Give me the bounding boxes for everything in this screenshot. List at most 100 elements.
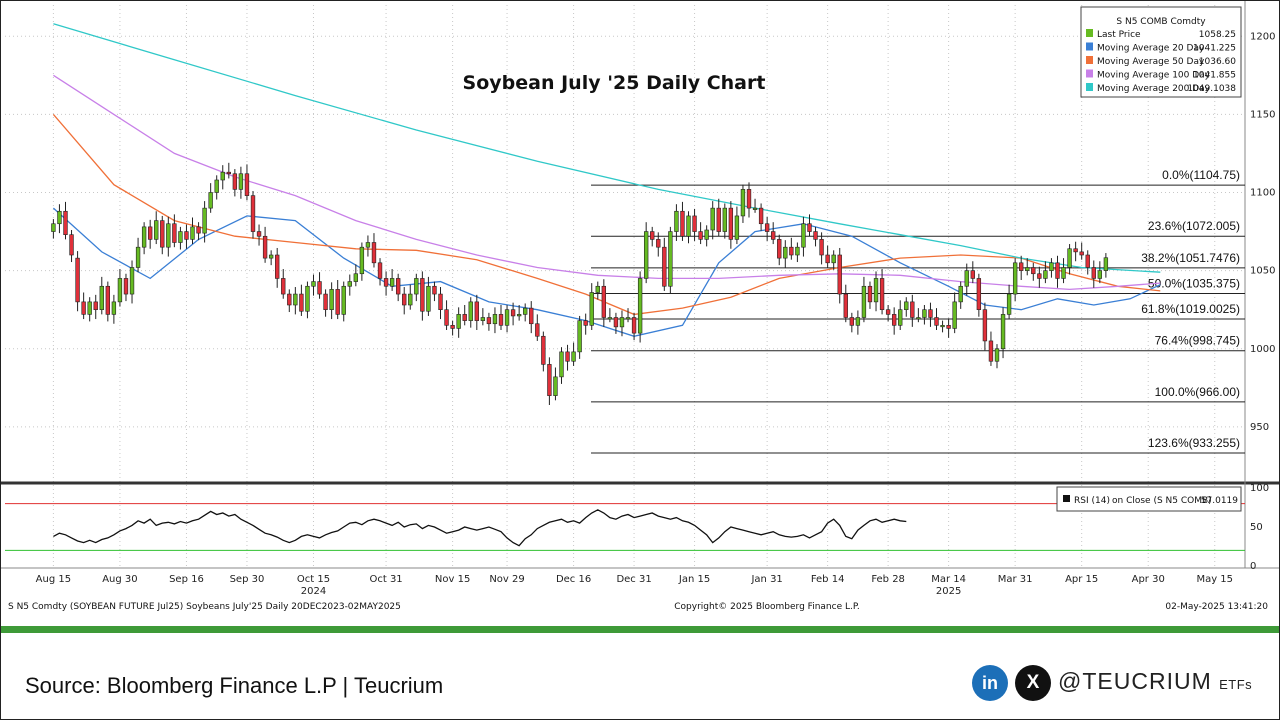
candle xyxy=(51,223,56,232)
x-tick-label: Nov 29 xyxy=(489,574,524,585)
candle xyxy=(529,307,534,325)
teucrium-brand[interactable]: @TEUCRIUM ETFs xyxy=(1058,668,1252,695)
candle xyxy=(238,173,244,190)
candle xyxy=(250,195,256,232)
candle xyxy=(141,226,147,248)
x-tick-label: Jan 31 xyxy=(750,574,782,585)
legend-swatch xyxy=(1086,42,1093,51)
linkedin-icon[interactable]: in xyxy=(972,665,1008,701)
legend-item-value: 1041.225 xyxy=(1193,44,1236,54)
brand-main: @TEUCRIUM xyxy=(1058,668,1212,694)
x-icon[interactable]: X xyxy=(1015,665,1051,701)
candle xyxy=(335,289,340,315)
legend-item-label: Last Price xyxy=(1097,30,1141,40)
candle xyxy=(190,226,195,240)
candle xyxy=(81,301,86,315)
x-tick-label: Dec 16 xyxy=(556,574,591,585)
candle xyxy=(268,254,274,259)
candle xyxy=(462,314,467,321)
candle xyxy=(456,314,461,329)
candle xyxy=(613,317,619,328)
x-tick-label: Dec 31 xyxy=(616,574,651,585)
candle xyxy=(111,301,117,315)
x-year-label: 2025 xyxy=(936,586,961,597)
candle xyxy=(498,314,504,326)
legend-item-label: Moving Average 20 Day xyxy=(1097,44,1205,54)
candle xyxy=(244,173,250,196)
candle xyxy=(408,293,413,306)
candle xyxy=(1037,273,1042,279)
candle xyxy=(426,285,431,312)
ma-line-3 xyxy=(53,23,1161,273)
candle xyxy=(293,293,298,306)
candle xyxy=(577,320,582,353)
candle xyxy=(1085,254,1090,268)
candle xyxy=(631,317,637,334)
fib-label: 50.0%(1035.375) xyxy=(1148,276,1240,290)
candle xyxy=(583,320,588,326)
y-tick-label: 1200 xyxy=(1250,31,1275,42)
candle xyxy=(952,301,957,329)
footer-right: 02-May-2025 13:41:20 xyxy=(1165,602,1268,612)
legend-header: S N5 COMB Comdty xyxy=(1116,17,1206,27)
footer-center: Copyright© 2025 Bloomberg Finance L.P. xyxy=(674,602,859,612)
candle xyxy=(317,281,322,295)
candle xyxy=(789,246,794,256)
candle xyxy=(994,348,1000,362)
rsi-legend-label: RSI (14) xyxy=(1074,496,1110,506)
x-tick-label: Mar 31 xyxy=(998,574,1033,585)
candle xyxy=(232,173,238,190)
candle xyxy=(353,273,359,282)
candle xyxy=(1000,314,1006,350)
candle xyxy=(1073,248,1078,253)
candle xyxy=(680,210,685,237)
candle xyxy=(1006,293,1012,315)
x-tick-label: Nov 15 xyxy=(435,574,470,585)
rsi-tick-label: 100 xyxy=(1250,483,1269,494)
candle xyxy=(662,246,667,287)
candle xyxy=(547,364,552,396)
candle xyxy=(873,278,879,303)
candle xyxy=(535,323,540,337)
candle xyxy=(831,254,836,264)
candle xyxy=(432,285,437,295)
candle xyxy=(764,223,770,232)
candle xyxy=(1103,257,1109,271)
candle xyxy=(867,285,873,303)
candle xyxy=(172,223,177,243)
candle xyxy=(1091,267,1096,279)
legend-item-label: Moving Average 50 Day xyxy=(1097,57,1205,67)
chart-svg: Aug 15 Aug 30 Sep 16 Sep 30 Oct 15 Oct 31 Nov … xyxy=(0,0,1280,612)
candle xyxy=(311,281,316,287)
candle xyxy=(147,226,153,240)
legend-swatch xyxy=(1086,83,1093,91)
accent-bar xyxy=(0,626,1280,633)
candle xyxy=(752,207,758,210)
rsi-legend-swatch xyxy=(1063,495,1070,502)
fib-label: 123.6%(933.255) xyxy=(1148,436,1240,450)
candle xyxy=(904,301,909,310)
x-tick-label: Oct 15 xyxy=(297,574,330,585)
candle xyxy=(589,292,594,326)
y-tick-label: 1000 xyxy=(1250,344,1275,355)
candle xyxy=(341,285,346,315)
footer-left: S N5 Comdty (SOYBEAN FUTURE Jul25) Soybe… xyxy=(8,602,401,612)
candle xyxy=(964,270,969,287)
candle xyxy=(329,289,334,310)
candle xyxy=(63,210,68,235)
legend-item-value: 1049.1038 xyxy=(1187,84,1236,94)
candle xyxy=(595,285,600,293)
x-tick-label: Apr 30 xyxy=(1132,574,1165,585)
candle xyxy=(117,278,123,303)
rsi-tick-label: 50 xyxy=(1250,522,1263,533)
candle xyxy=(214,179,219,193)
candle xyxy=(891,314,897,326)
candle xyxy=(196,226,201,234)
x-tick-label: Mar 14 xyxy=(931,574,966,585)
candle xyxy=(1067,248,1072,268)
candle xyxy=(93,301,98,310)
rsi-legend-value: 57.0119 xyxy=(1201,496,1238,506)
candle xyxy=(220,171,225,181)
candle xyxy=(698,231,703,240)
candle xyxy=(801,223,806,248)
